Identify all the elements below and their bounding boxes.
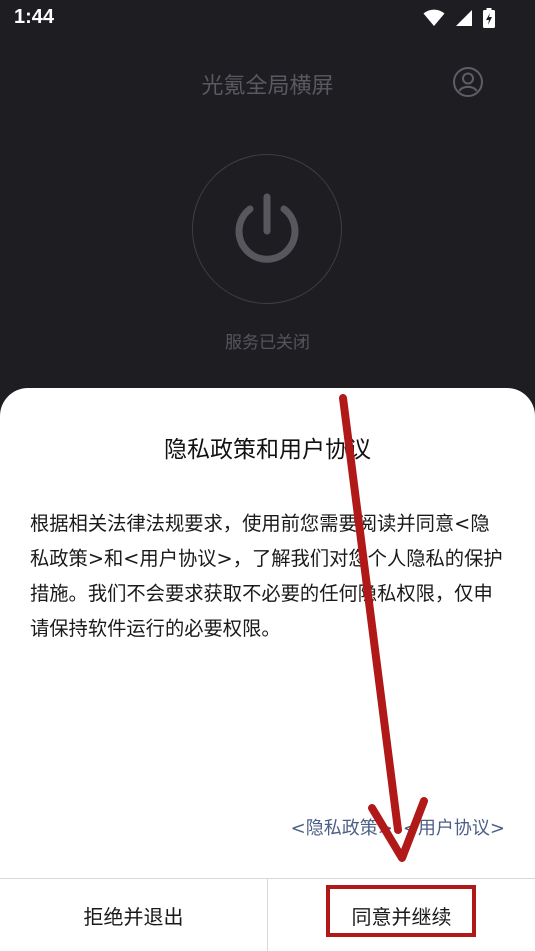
user-agreement-link[interactable]: <用户协议> <box>403 814 505 840</box>
dialog-title: 隐私政策和用户协议 <box>164 437 371 463</box>
status-time: 1:44 <box>14 6 55 28</box>
power-icon <box>225 187 309 271</box>
power-toggle-button[interactable] <box>192 154 342 304</box>
app-header: 光氪全局横屏 <box>0 52 535 112</box>
battery-charging-icon <box>483 8 495 32</box>
agree-continue-button[interactable]: 同意并继续 <box>268 879 535 951</box>
signal-icon <box>455 9 473 31</box>
profile-button[interactable] <box>452 66 484 98</box>
reject-exit-button[interactable]: 拒绝并退出 <box>0 879 267 951</box>
dialog-links: <隐私政策> <用户协议> <box>291 814 505 840</box>
privacy-dialog: 隐私政策和用户协议 根据相关法律法规要求，使用前您需要阅读并同意<隐私政策>和<… <box>0 388 535 951</box>
status-bar: 1:44 <box>0 0 535 38</box>
dialog-body-text: 根据相关法律法规要求，使用前您需要阅读并同意<隐私政策>和<用户协议>，了解我们… <box>30 512 503 640</box>
privacy-policy-link[interactable]: <隐私政策> <box>291 814 393 840</box>
service-status-text: 服务已关闭 <box>225 333 310 353</box>
status-icons <box>423 8 495 32</box>
user-circle-icon <box>452 67 484 102</box>
dialog-button-row: 拒绝并退出 同意并继续 <box>0 878 535 951</box>
wifi-icon <box>423 9 445 31</box>
